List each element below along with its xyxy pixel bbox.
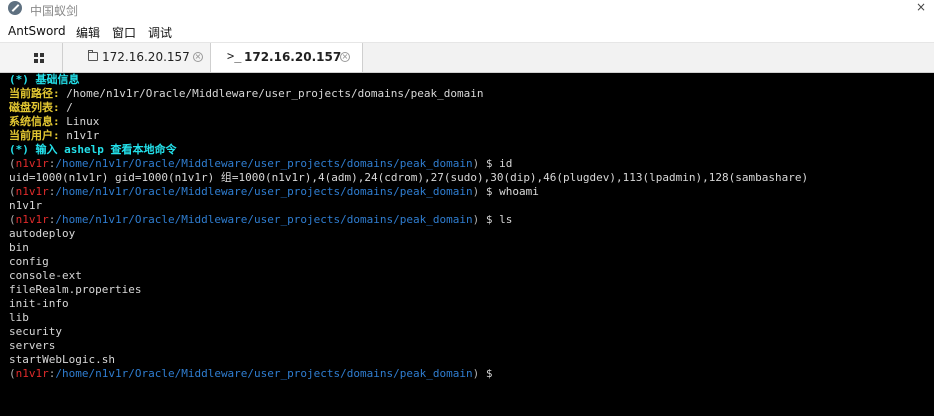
tab-home[interactable] (0, 43, 63, 72)
output-line: init-info (9, 297, 934, 311)
output-line: fileRealm.properties (9, 283, 934, 297)
output-text: n1v1r (9, 199, 43, 212)
info-key: 当前用户: (9, 129, 60, 142)
title-bar: 中国蚁剑 × (0, 0, 934, 20)
output-text: servers (9, 339, 56, 352)
output-line: lib (9, 311, 934, 325)
info-row: 磁盘列表: / (9, 101, 934, 115)
info-value: /home/n1v1r/Oracle/Middleware/user_proje… (59, 87, 484, 100)
info-key: 磁盘列表: (9, 101, 60, 114)
info-row: 当前路径: /home/n1v1r/Oracle/Middleware/user… (9, 87, 934, 101)
grid-icon (34, 53, 45, 63)
folder-icon (88, 50, 98, 61)
prompt-line: (n1v1r:/home/n1v1r/Oracle/Middleware/use… (9, 213, 934, 227)
prompt-paren: ( (9, 213, 16, 226)
menu-window[interactable]: 窗口 (112, 24, 136, 41)
command-text: whoami (499, 185, 539, 198)
output-text: init-info (9, 297, 69, 310)
info-header: (*) 基础信息 (9, 73, 934, 87)
prompt-line: (n1v1r:/home/n1v1r/Oracle/Middleware/use… (9, 367, 934, 381)
prompt-user: n1v1r (15, 157, 49, 170)
output-text: uid=1000(n1v1r) gid=1000(n1v1r) 组=1000(n… (9, 171, 809, 184)
prompt-line: (n1v1r:/home/n1v1r/Oracle/Middleware/use… (9, 185, 934, 199)
info-row: 系统信息: Linux (9, 115, 934, 129)
prompt-user: n1v1r (15, 367, 49, 380)
tab-terminal[interactable]: >_ 172.16.20.157 × (211, 43, 363, 72)
menu-antsword[interactable]: AntSword (8, 24, 66, 38)
output-text: config (9, 255, 49, 268)
info-header-text: (*) 基础信息 (9, 73, 80, 86)
output-line: uid=1000(n1v1r) gid=1000(n1v1r) 组=1000(n… (9, 171, 934, 185)
output-line: n1v1r (9, 199, 934, 213)
info-key: 当前路径: (9, 87, 60, 100)
prompt-path: /home/n1v1r/Oracle/Middleware/user_proje… (55, 367, 473, 380)
prompt-user: n1v1r (15, 185, 49, 198)
tab-label: 172.16.20.157 (244, 50, 342, 64)
output-line: autodeploy (9, 227, 934, 241)
info-value: Linux (59, 115, 100, 128)
output-line: console-ext (9, 269, 934, 283)
prompt-dollar: $ (479, 157, 500, 170)
terminal-icon: >_ (227, 49, 242, 63)
tab-label: 172.16.20.157 (102, 50, 190, 64)
antsword-logo-icon (8, 1, 22, 15)
prompt-user: n1v1r (15, 213, 49, 226)
prompt-paren: ( (9, 157, 16, 170)
output-line: startWebLogic.sh (9, 353, 934, 367)
prompt-paren: ( (9, 367, 16, 380)
help-text: (*) 输入 ashelp 查看本地命令 (9, 143, 177, 156)
prompt-dollar: $ (479, 213, 500, 226)
command-text: ls (499, 213, 513, 226)
output-text: lib (9, 311, 29, 324)
help-line: (*) 输入 ashelp 查看本地命令 (9, 143, 934, 157)
output-line: servers (9, 339, 934, 353)
output-text: security (9, 325, 62, 338)
prompt-path: /home/n1v1r/Oracle/Middleware/user_proje… (55, 185, 473, 198)
output-text: fileRealm.properties (9, 283, 142, 296)
window-title: 中国蚁剑 (30, 4, 79, 18)
prompt-line: (n1v1r:/home/n1v1r/Oracle/Middleware/use… (9, 157, 934, 171)
tab-file-manager[interactable]: 172.16.20.157 × (63, 43, 211, 72)
info-key: 系统信息: (9, 115, 60, 128)
terminal-output[interactable]: (*) 基础信息 当前路径: /home/n1v1r/Oracle/Middlew… (0, 73, 934, 416)
output-line: security (9, 325, 934, 339)
prompt-paren: ( (9, 185, 16, 198)
menu-edit[interactable]: 编辑 (76, 24, 100, 41)
tab-close-icon[interactable]: × (193, 52, 203, 62)
prompt-path: /home/n1v1r/Oracle/Middleware/user_proje… (55, 213, 473, 226)
output-text: startWebLogic.sh (9, 353, 115, 366)
menu-bar: AntSword 编辑 窗口 调试 (0, 21, 934, 43)
command-text: id (499, 157, 513, 170)
output-line: bin (9, 241, 934, 255)
tab-bar: 172.16.20.157 × >_ 172.16.20.157 × (0, 43, 934, 73)
output-line: config (9, 255, 934, 269)
prompt-path: /home/n1v1r/Oracle/Middleware/user_proje… (55, 157, 473, 170)
prompt-dollar: $ (479, 367, 500, 380)
info-row: 当前用户: n1v1r (9, 129, 934, 143)
output-text: bin (9, 241, 29, 254)
menu-debug[interactable]: 调试 (148, 24, 172, 41)
window-close-button[interactable]: × (916, 0, 926, 14)
info-value: n1v1r (59, 129, 100, 142)
output-text: autodeploy (9, 227, 76, 240)
output-text: console-ext (9, 269, 82, 282)
prompt-dollar: $ (479, 185, 500, 198)
info-value: / (59, 101, 73, 114)
tab-close-icon[interactable]: × (340, 52, 350, 62)
